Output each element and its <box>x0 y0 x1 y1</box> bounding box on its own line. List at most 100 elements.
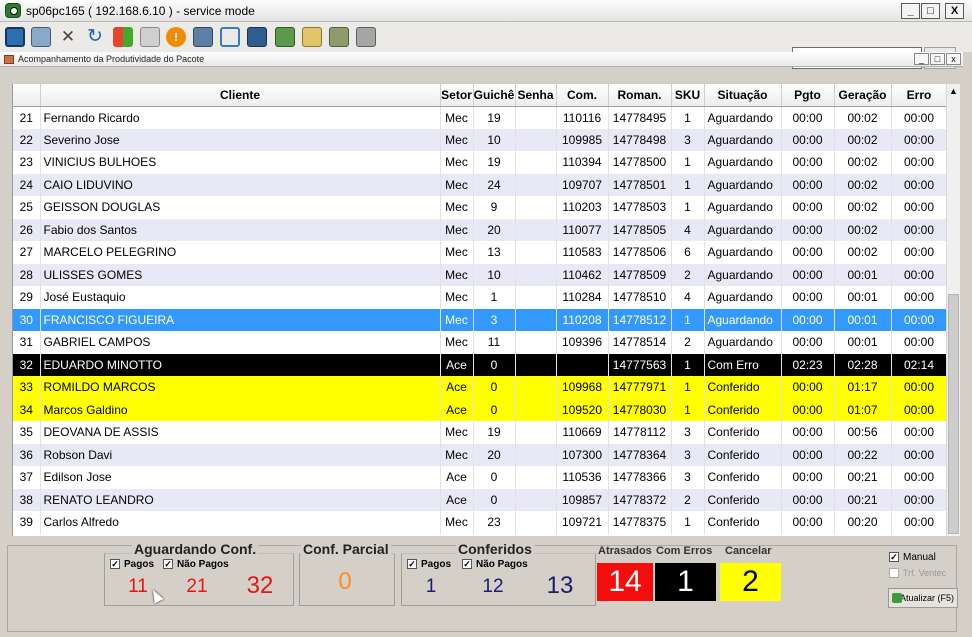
column-header[interactable]: Pgto <box>781 84 835 107</box>
conferidos-total-count: 13 <box>546 572 574 599</box>
child-close-button[interactable]: x <box>946 53 961 65</box>
table-row[interactable]: 24 CAIO LIDUVINO Mec 24 109707 14778501 1 Aguar… <box>13 173 946 196</box>
disconnect-icon[interactable] <box>193 27 213 47</box>
column-header[interactable]: Com. <box>556 84 609 107</box>
table-cell: 0 <box>473 353 516 376</box>
document-icon[interactable] <box>302 27 322 47</box>
child-maximize-button[interactable]: □ <box>930 53 945 65</box>
monitor-icon[interactable] <box>5 27 25 47</box>
table-cell: 11 <box>473 331 516 354</box>
table-cell: Mec <box>440 241 474 264</box>
table-cell: Mec <box>440 196 474 219</box>
table-cell: 4 <box>671 286 705 309</box>
aguardando-nao-pagos-checkbox[interactable]: ✓ <box>163 559 173 569</box>
table-row[interactable]: 25 GEISSON DOUGLAS Mec 9 110203 14778503 1 Agua… <box>13 196 946 219</box>
table-cell: Conferido <box>704 376 782 399</box>
column-header[interactable]: Guichê <box>473 84 516 107</box>
table-cell: 00:00 <box>781 331 835 354</box>
table-cell <box>515 106 557 129</box>
cancelar-tile[interactable]: 2 <box>720 563 781 601</box>
table-row[interactable]: 22 Severino Jose Mec 10 109985 14778498 3 Aguar… <box>13 128 946 151</box>
table-cell: 00:02 <box>834 173 892 196</box>
transfer-icon[interactable] <box>275 27 295 47</box>
table-cell: Aguardando <box>704 286 782 309</box>
table-row[interactable]: 31 GABRIEL CAMPOS Mec 11 109396 14778514 2 Agua… <box>13 331 946 354</box>
atrasados-tile[interactable]: 14 <box>597 563 653 601</box>
image-icon[interactable] <box>329 27 349 47</box>
table-row[interactable]: 36 Robson Davi Mec 20 107300 14778364 3 Conferi… <box>13 443 946 466</box>
warning-icon[interactable]: ! <box>166 27 186 47</box>
table-cell: 00:00 <box>891 151 946 174</box>
table-cell: 14778510 <box>608 286 672 309</box>
close-button[interactable]: X <box>945 3 964 19</box>
table-cell: 110077 <box>556 218 609 241</box>
table-cell: 1 <box>671 173 705 196</box>
tools-icon[interactable]: ✕ <box>58 27 78 47</box>
table-cell: 22 <box>13 128 41 151</box>
grid-scrollbar[interactable]: ▲ <box>946 84 960 536</box>
windows-icon[interactable] <box>31 27 51 47</box>
child-minimize-button[interactable]: _ <box>914 53 929 65</box>
table-cell: 3 <box>671 421 705 444</box>
aguardando-pagos-checkbox[interactable]: ✓ <box>110 559 120 569</box>
fullscreen-icon[interactable] <box>220 27 240 47</box>
chat-icon[interactable] <box>356 27 376 47</box>
table-row[interactable]: 32 EDUARDO MINOTTO Ace 0 14777563 1 Com Erro 02… <box>13 353 946 376</box>
column-header[interactable]: Senha <box>515 84 557 107</box>
table-cell: 2 <box>671 263 705 286</box>
table-cell: 24 <box>13 173 41 196</box>
table-cell: 28 <box>13 263 41 286</box>
table-row[interactable]: 39 Carlos Alfredo Mec 23 109721 14778375 1 Conf… <box>13 511 946 534</box>
table-cell: Mec <box>440 308 474 331</box>
column-header[interactable]: SKU <box>671 84 705 107</box>
table-row[interactable]: 29 José Eustaquio Mec 1 110284 14778510 4 Aguar… <box>13 286 946 309</box>
column-header[interactable]: Roman. <box>608 84 672 107</box>
table-cell: 14778366 <box>608 466 672 489</box>
table-cell: Mec <box>440 443 474 466</box>
com-erros-tile[interactable]: 1 <box>655 563 716 601</box>
conferidos-pagos-checkbox[interactable]: ✓ <box>407 559 417 569</box>
column-header[interactable]: Cliente <box>40 84 441 107</box>
screen-icon[interactable] <box>247 27 267 47</box>
table-row[interactable]: 23 VINICIUS BULHOES Mec 19 110394 14778500 1 Ag… <box>13 151 946 174</box>
trf-ventec-checkbox[interactable] <box>889 568 899 578</box>
windows-logo-icon[interactable] <box>113 27 133 47</box>
table-cell: 00:21 <box>834 488 892 511</box>
manual-checkbox[interactable]: ✓ <box>889 552 899 562</box>
table-cell: 23 <box>13 151 41 174</box>
table-cell <box>515 308 557 331</box>
scroll-up-icon[interactable]: ▲ <box>948 85 959 97</box>
minimize-button[interactable]: _ <box>901 3 920 19</box>
table-cell: 37 <box>13 466 41 489</box>
keyboard-icon[interactable] <box>140 27 160 47</box>
table-cell: Mec <box>440 128 474 151</box>
table-row[interactable]: 33 ROMILDO MARCOS Ace 0 109968 14777971 1 Confe… <box>13 376 946 399</box>
table-cell: 00:00 <box>781 151 835 174</box>
table-row[interactable]: 35 DEOVANA DE ASSIS Mec 19 110669 14778112 3 Co… <box>13 421 946 444</box>
table-cell: 00:01 <box>834 308 892 331</box>
column-header[interactable]: Setor <box>440 84 474 107</box>
column-header[interactable]: Geração <box>834 84 892 107</box>
table-cell <box>515 511 557 534</box>
table-row[interactable]: 34 Marcos Galdino Ace 0 109520 14778030 1 Confe… <box>13 398 946 421</box>
table-row[interactable]: 28 ULISSES GOMES Mec 10 110462 14778509 2 Aguar… <box>13 263 946 286</box>
column-header[interactable]: Situação <box>704 84 782 107</box>
table-cell: Aguardando <box>704 106 782 129</box>
column-header[interactable] <box>13 84 41 107</box>
table-row[interactable]: 21 Fernando Ricardo Mec 19 110116 14778495 1 Ag… <box>13 106 946 129</box>
refresh-icon[interactable]: ↻ <box>85 27 105 47</box>
table-row[interactable]: 30 FRANCISCO FIGUEIRA Mec 3 110208 14778512 1 A… <box>13 308 946 331</box>
grid-header: Cliente Setor Guichê Senha Com. Roman. SKU Situ… <box>13 84 946 107</box>
atualizar-button[interactable]: Atualizar (F5) <box>888 588 958 608</box>
conferidos-nao-pagos-checkbox[interactable]: ✓ <box>462 559 472 569</box>
column-header[interactable]: Erro <box>891 84 946 107</box>
table-row[interactable]: 27 MARCELO PELEGRINO Mec 13 110583 14778506 6 A… <box>13 241 946 264</box>
maximize-button[interactable]: □ <box>921 3 940 19</box>
conferidos-pagos-label: Pagos <box>421 559 452 570</box>
scroll-thumb[interactable] <box>948 294 959 534</box>
productivity-grid[interactable]: Cliente Setor Guichê Senha Com. Roman. SKU Situ… <box>12 84 946 536</box>
table-row[interactable]: 26 Fabio dos Santos Mec 20 110077 14778505 4 Ag… <box>13 218 946 241</box>
table-row[interactable]: 37 Edilson Jose Ace 0 110536 14778366 3 Conferi… <box>13 466 946 489</box>
table-row[interactable]: 38 RENATO LEANDRO Ace 0 109857 14778372 2 Confe… <box>13 488 946 511</box>
table-cell: 9 <box>473 196 516 219</box>
